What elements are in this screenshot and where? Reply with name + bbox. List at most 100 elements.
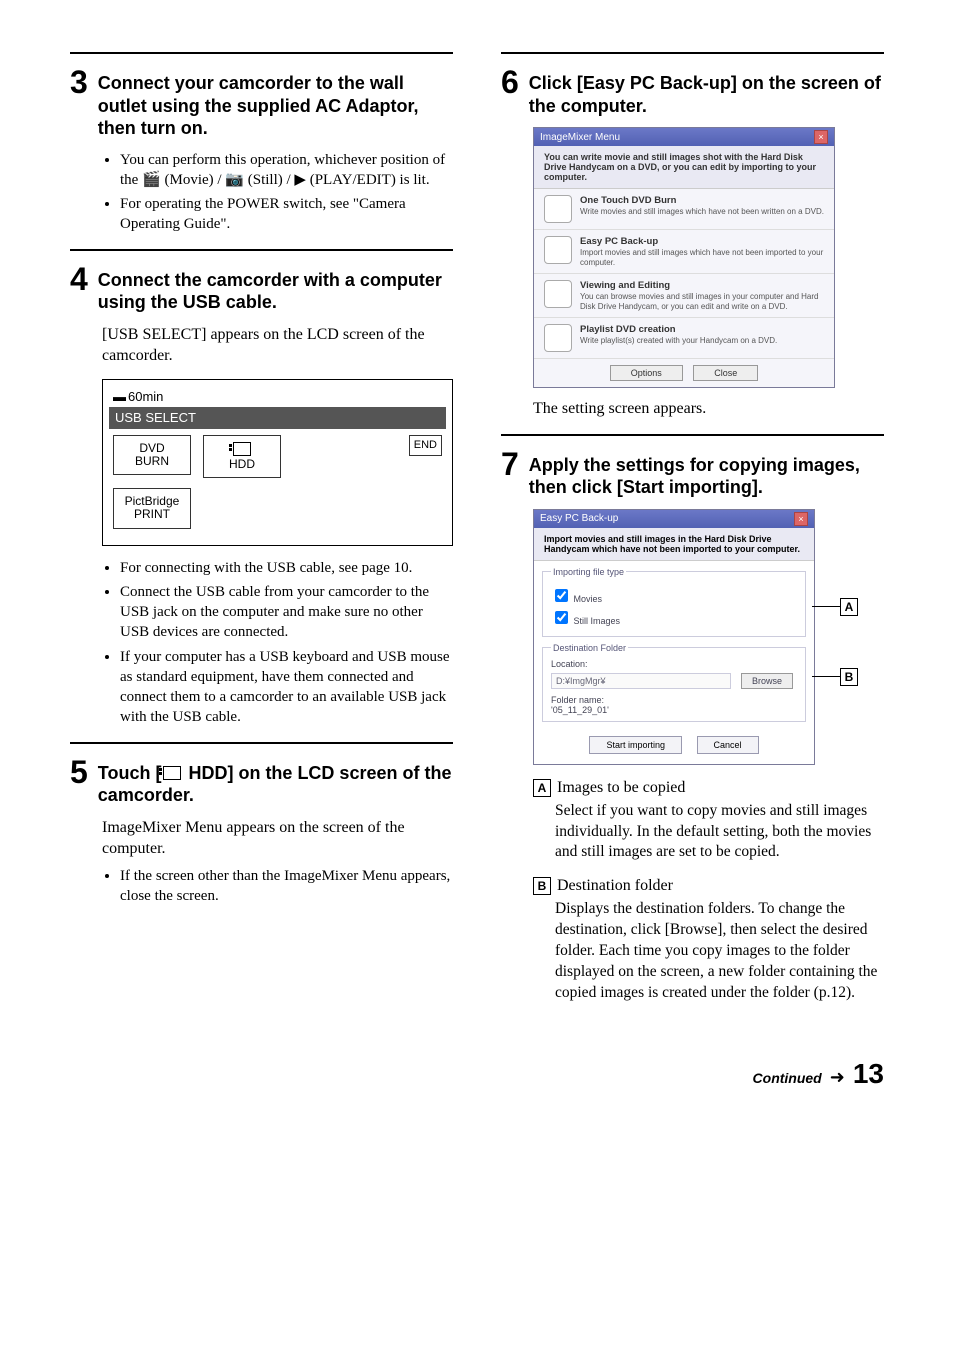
callout-b-box: B [840, 668, 858, 686]
right-column: 6 Click [Easy PC Back-up] on the screen … [501, 40, 884, 1018]
page-number: 13 [853, 1058, 884, 1090]
close-button[interactable]: Close [693, 365, 758, 381]
folder-name-value: '05_11_29_01' [551, 705, 797, 715]
bullet: You can perform this operation, whicheve… [120, 150, 453, 191]
divider [501, 52, 884, 54]
lcd-btn-end[interactable]: END [409, 435, 442, 456]
backup-icon [544, 236, 572, 264]
importing-file-type-group: Importing file type Movies Still Images [542, 567, 806, 637]
playlist-icon [544, 324, 572, 352]
cancel-button[interactable]: Cancel [697, 736, 759, 754]
step-intro: [USB SELECT] appears on the LCD screen o… [102, 324, 453, 367]
step-3: 3 Connect your camcorder to the wall out… [70, 66, 453, 235]
step-number: 7 [501, 448, 519, 480]
menu-heading: One Touch DVD Burn [580, 195, 824, 206]
hdd-icon [163, 766, 181, 780]
easy-pc-backup-dialog: Easy PC Back-up × Import movies and stil… [533, 509, 815, 765]
window-title: ImageMixer Menu [540, 132, 620, 143]
label-a-marker: A [533, 779, 551, 797]
step-title: Apply the settings for copying images, t… [529, 454, 884, 499]
movies-label: Movies [574, 594, 603, 604]
step-7: 7 Apply the settings for copying images,… [501, 448, 884, 1004]
still-images-checkbox[interactable] [555, 611, 568, 624]
menu-heading: Playlist DVD creation [580, 324, 777, 335]
lcd-btn-hdd[interactable]: HDD [203, 435, 281, 478]
label-b-desc: Displays the destination folders. To cha… [555, 899, 884, 1004]
start-importing-button[interactable]: Start importing [589, 736, 682, 754]
continued-arrow-icon: ➜ [830, 1067, 845, 1088]
dialog-title: Easy PC Back-up [540, 513, 618, 524]
menu-item-playlist[interactable]: Playlist DVD creationWrite playlist(s) c… [534, 318, 834, 359]
lcd-btn-hdd-label: HDD [229, 457, 255, 471]
menu-heading: Easy PC Back-up [580, 236, 824, 247]
window-titlebar: ImageMixer Menu × [534, 128, 834, 146]
menu-desc: Write movies and still images which have… [580, 207, 824, 216]
close-icon[interactable]: × [814, 130, 828, 144]
step-title-pre: Touch [ [98, 763, 162, 783]
window-subtitle: You can write movie and still images sho… [534, 146, 834, 189]
step-title: Connect the camcorder with a computer us… [98, 269, 453, 314]
location-label: Location: [551, 659, 797, 669]
divider [70, 249, 453, 251]
callout-b: B [812, 668, 858, 686]
bullet: For operating the POWER switch, see "Cam… [120, 194, 453, 235]
bullet: Connect the USB cable from your camcorde… [120, 582, 453, 643]
battery-indicator: 60min [113, 389, 163, 404]
step-number: 4 [70, 263, 88, 295]
imagemixer-menu-window: ImageMixer Menu × You can write movie an… [533, 127, 835, 388]
close-icon[interactable]: × [794, 512, 808, 526]
fieldset-legend: Importing file type [551, 567, 626, 577]
menu-desc: You can browse movies and still images i… [580, 292, 819, 311]
menu-heading: Viewing and Editing [580, 280, 824, 291]
movies-checkbox[interactable] [555, 589, 568, 602]
step-number: 3 [70, 66, 88, 98]
step-4: 4 Connect the camcorder with a computer … [70, 263, 453, 728]
callout-a-box: A [840, 598, 858, 616]
label-b-marker: B [533, 877, 551, 895]
options-button[interactable]: Options [610, 365, 683, 381]
menu-item-easy-backup[interactable]: Easy PC Back-upImport movies and still i… [534, 230, 834, 274]
callout-a: A [812, 598, 858, 616]
step-6: 6 Click [Easy PC Back-up] on the screen … [501, 66, 884, 420]
menu-desc: Write playlist(s) created with your Hand… [580, 336, 777, 345]
browse-button[interactable]: Browse [741, 673, 793, 689]
step-after: The setting screen appears. [533, 398, 884, 420]
lcd-btn-pictbridge[interactable]: PictBridge PRINT [113, 488, 191, 528]
divider [70, 52, 453, 54]
bullet: If the screen other than the ImageMixer … [120, 866, 453, 907]
still-label: Still Images [574, 616, 621, 626]
location-path: D:¥ImgMgr¥ [551, 673, 731, 689]
bullet: For connecting with the USB cable, see p… [120, 558, 453, 578]
step-title: Connect your camcorder to the wall outle… [98, 72, 453, 140]
destination-folder-group: Destination Folder Location: D:¥ImgMgr¥ … [542, 643, 806, 722]
menu-item-one-touch[interactable]: One Touch DVD BurnWrite movies and still… [534, 189, 834, 230]
lcd-screen: 60min USB SELECT DVD BURN HDD END PictBr… [102, 379, 453, 546]
lcd-title: USB SELECT [109, 407, 446, 429]
divider [70, 742, 453, 744]
label-a-row: A Images to be copied [533, 779, 884, 797]
menu-desc: Import movies and still images which hav… [580, 248, 823, 267]
label-b-title: Destination folder [557, 877, 673, 895]
step-title: Click [Easy PC Back-up] on the screen of… [529, 72, 884, 117]
label-a-desc: Select if you want to copy movies and st… [555, 801, 884, 864]
lcd-btn-dvd-burn[interactable]: DVD BURN [113, 435, 191, 475]
fieldset-legend: Destination Folder [551, 643, 628, 653]
step-title: Touch [ HDD] on the LCD screen of the ca… [98, 762, 453, 807]
step-number: 6 [501, 66, 519, 98]
step-number: 5 [70, 756, 88, 788]
divider [501, 434, 884, 436]
left-column: 3 Connect your camcorder to the wall out… [70, 40, 453, 1018]
label-a-title: Images to be copied [557, 779, 685, 797]
menu-item-viewing[interactable]: Viewing and EditingYou can browse movies… [534, 274, 834, 318]
continued-label: Continued [753, 1070, 822, 1086]
bullet: If your computer has a USB keyboard and … [120, 647, 453, 728]
viewing-icon [544, 280, 572, 308]
label-b-row: B Destination folder [533, 877, 884, 895]
hdd-icon [233, 442, 251, 456]
dialog-subtitle: Import movies and still images in the Ha… [534, 528, 814, 561]
step-intro: ImageMixer Menu appears on the screen of… [102, 817, 453, 860]
folder-name-label: Folder name: [551, 695, 797, 705]
step-5: 5 Touch [ HDD] on the LCD screen of the … [70, 756, 453, 907]
page-footer: Continued ➜ 13 [70, 1058, 884, 1090]
disc-icon [544, 195, 572, 223]
